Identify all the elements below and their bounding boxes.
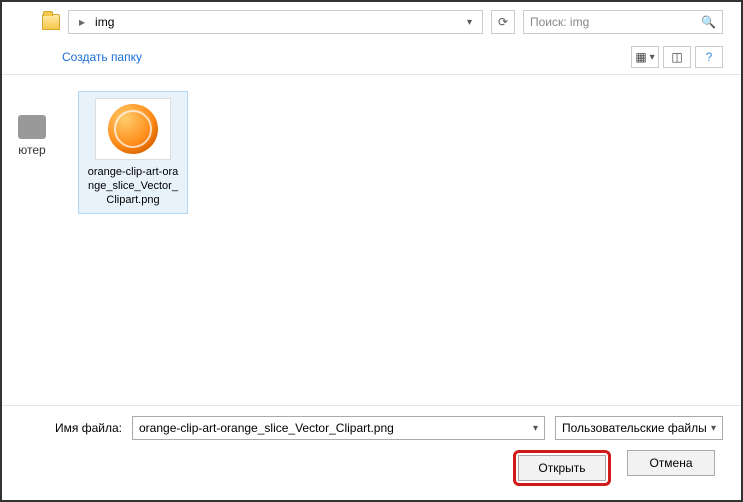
chevron-right-icon: ▸ [73, 15, 91, 29]
cancel-button[interactable]: Отмена [627, 450, 715, 476]
folder-icon [42, 14, 60, 30]
filename-value: orange-clip-art-orange_slice_Vector_Clip… [139, 421, 394, 435]
breadcrumb-current[interactable]: img [91, 15, 118, 29]
refresh-button[interactable]: ⟳ [491, 10, 515, 34]
file-thumbnail [95, 98, 171, 160]
filename-input[interactable]: orange-clip-art-orange_slice_Vector_Clip… [132, 416, 545, 440]
thumbnails-icon: ▦ [635, 50, 646, 64]
file-name-label: orange-clip-art-orange_slice_Vector_Clip… [85, 166, 181, 207]
new-folder-link[interactable]: Создать папку [62, 50, 142, 64]
chevron-down-icon: ▾ [650, 52, 655, 63]
filetype-label: Пользовательские файлы [562, 421, 707, 435]
view-mode-button[interactable]: ▦ ▾ [631, 46, 659, 68]
filetype-dropdown[interactable]: Пользовательские файлы ▾ [555, 416, 723, 440]
file-list[interactable]: orange-clip-art-orange_slice_Vector_Clip… [62, 75, 741, 395]
search-placeholder: Поиск: img [530, 15, 701, 29]
open-button-highlight: Открыть [513, 450, 611, 486]
preview-pane-button[interactable]: ◫ [663, 46, 691, 68]
file-item[interactable]: orange-clip-art-orange_slice_Vector_Clip… [78, 91, 188, 214]
refresh-icon: ⟳ [498, 15, 508, 29]
chevron-down-icon[interactable]: ▾ [461, 17, 478, 28]
open-button[interactable]: Открыть [518, 455, 606, 481]
help-icon: ? [706, 50, 713, 64]
help-button[interactable]: ? [695, 46, 723, 68]
search-icon: 🔍 [701, 15, 716, 29]
search-input[interactable]: Поиск: img 🔍 [523, 10, 723, 34]
breadcrumb[interactable]: ▸ img ▾ [68, 10, 483, 34]
preview-icon: ◫ [671, 50, 682, 64]
chevron-down-icon: ▾ [711, 423, 716, 434]
sidebar-item-computer[interactable]: ютер [2, 143, 62, 157]
chevron-down-icon[interactable]: ▾ [533, 423, 538, 434]
computer-icon [18, 115, 46, 139]
orange-image-icon [108, 104, 158, 154]
filename-label: Имя файла: [52, 421, 122, 435]
